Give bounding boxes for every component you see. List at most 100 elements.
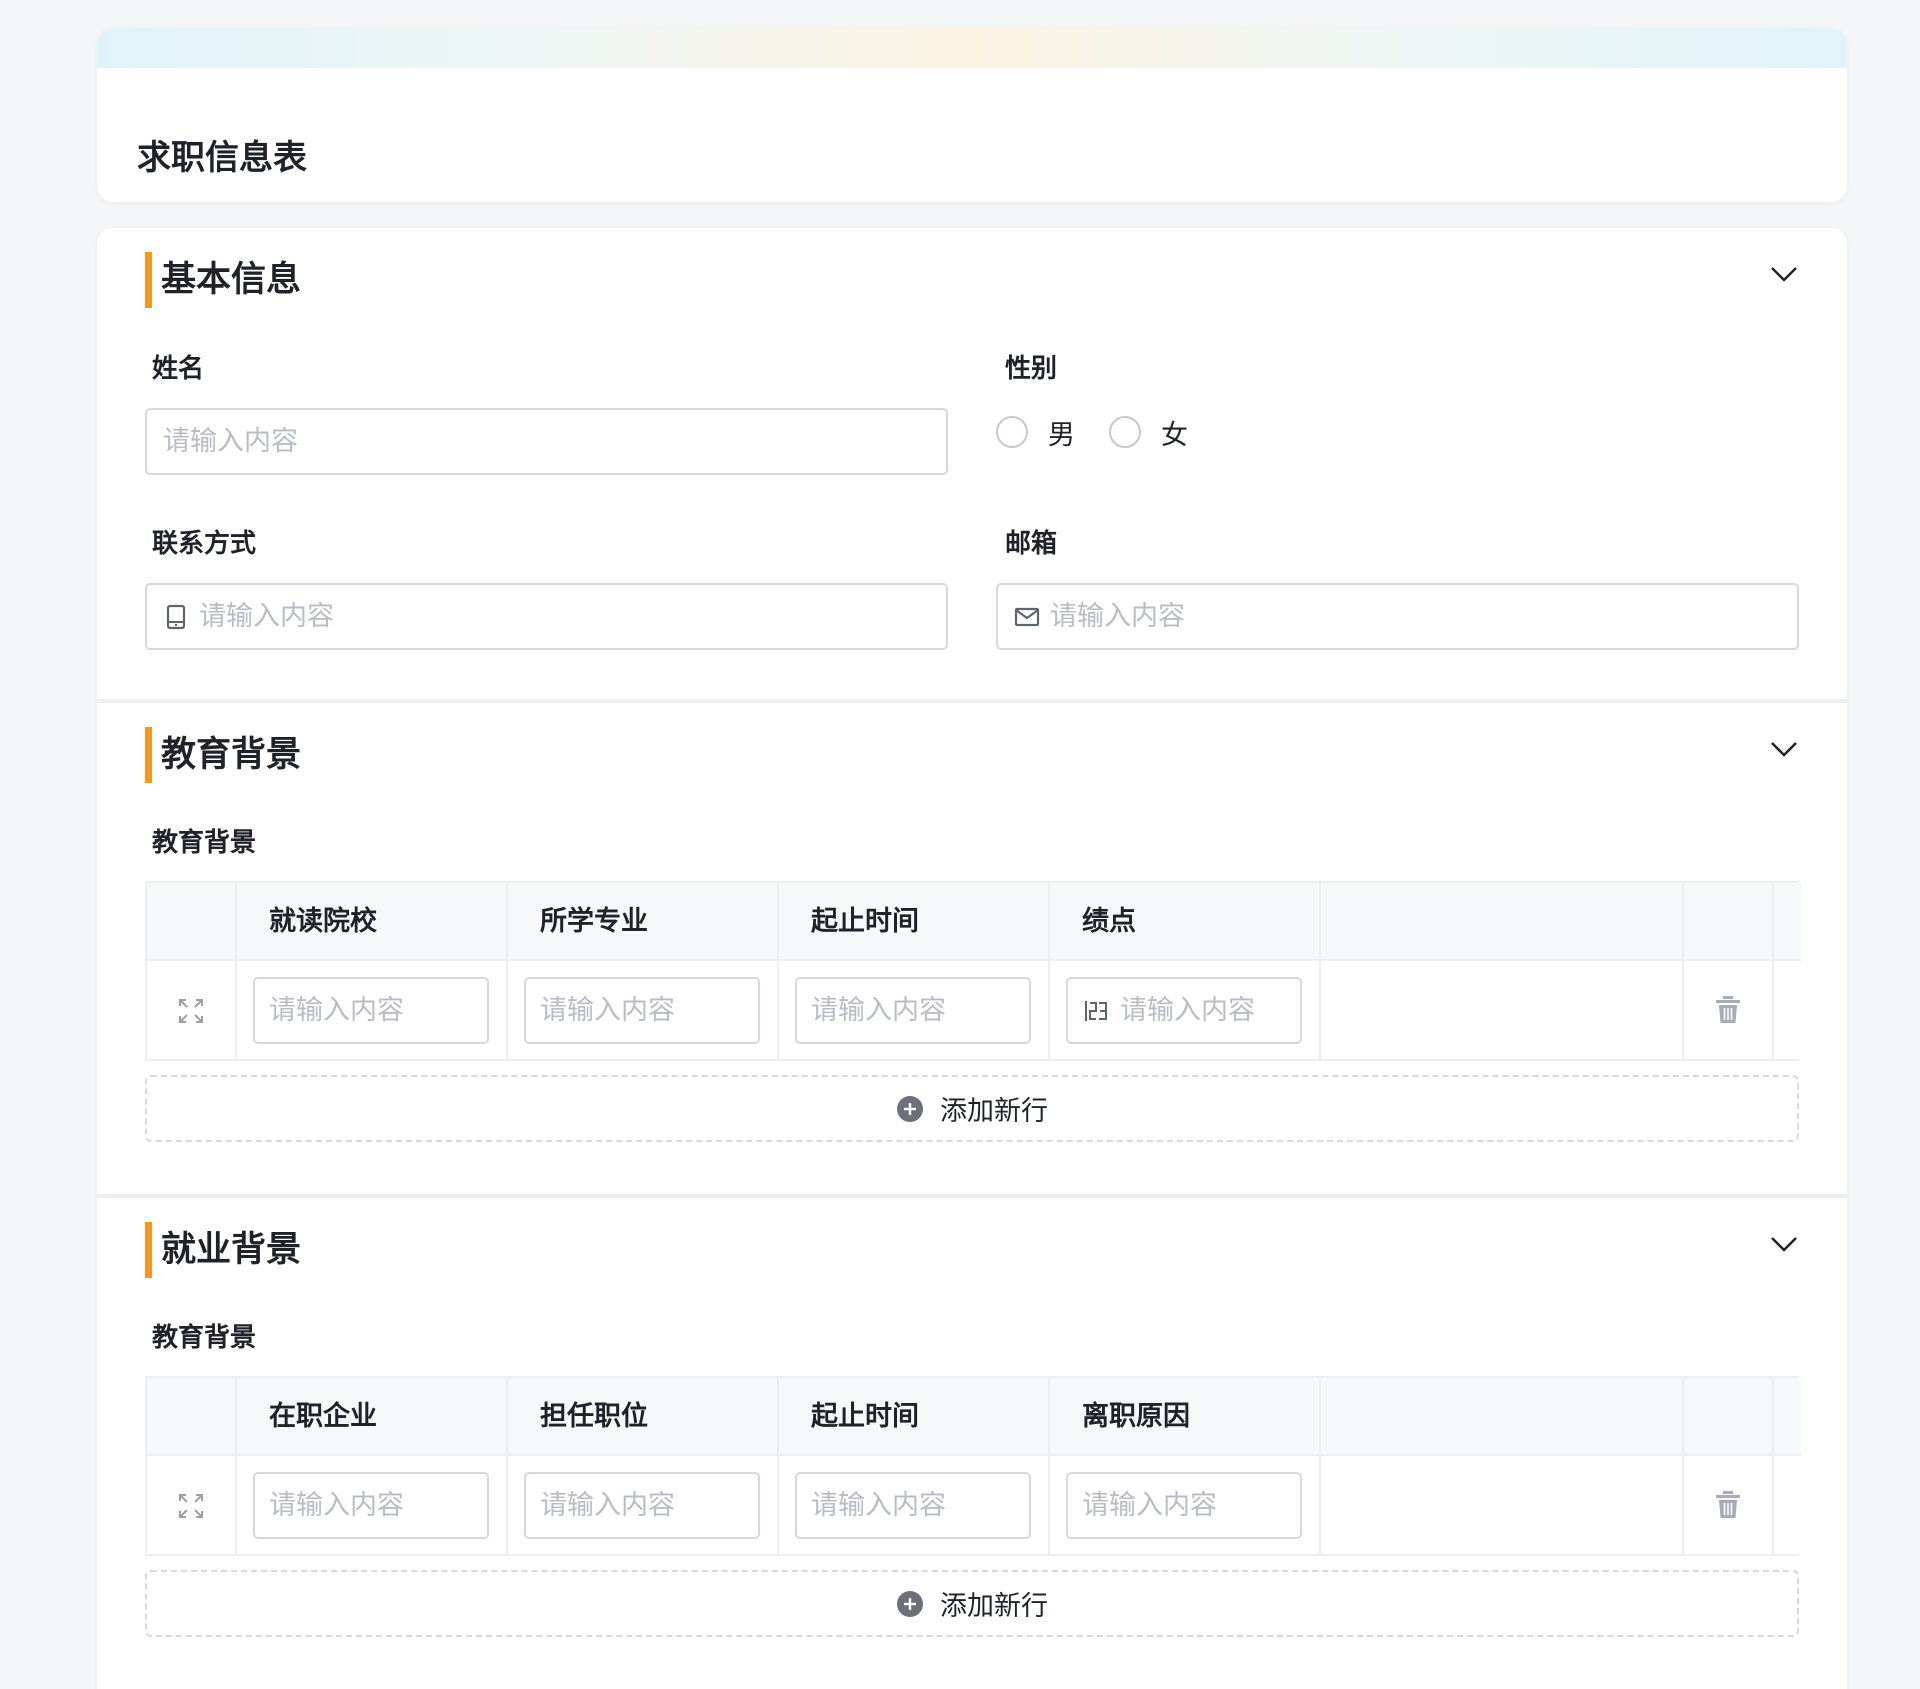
gender-label: 性别	[1005, 354, 1058, 384]
period-input[interactable]	[811, 1490, 1015, 1521]
name-field[interactable]	[145, 408, 948, 475]
company-field[interactable]	[253, 1472, 489, 1539]
gender-option-female[interactable]: 女	[1109, 413, 1188, 452]
column-header: 在职企业	[269, 1401, 377, 1432]
school-field[interactable]	[253, 977, 489, 1044]
chevron-down-icon[interactable]	[1769, 739, 1799, 759]
column-header: 离职原因	[1082, 1401, 1190, 1432]
section-basic-info: 基本信息 姓名 性别 男 女 联系方式	[97, 228, 1847, 699]
radio-circle[interactable]	[1109, 416, 1141, 448]
major-input[interactable]	[540, 995, 744, 1026]
leave-reason-input[interactable]	[1082, 1490, 1286, 1521]
major-field[interactable]	[524, 977, 760, 1044]
chevron-down-icon[interactable]	[1769, 264, 1799, 284]
form-header-card: 求职信息表	[97, 28, 1847, 202]
table-cell	[508, 961, 779, 1059]
company-input[interactable]	[269, 1490, 473, 1521]
header-cell-actions	[1684, 1378, 1774, 1454]
table-row	[147, 1456, 1801, 1554]
position-input[interactable]	[540, 1490, 744, 1521]
name-label: 姓名	[152, 354, 205, 384]
section-title: 教育背景	[161, 735, 302, 775]
period-field[interactable]	[795, 1472, 1031, 1539]
section-education: 教育背景 教育背景 就读院校 所学专业 起止时间 绩点 请输入内容 请输入内容 …	[97, 699, 1847, 1194]
plus-circle-icon	[897, 1095, 923, 1122]
row-actions-cell	[1684, 961, 1774, 1059]
column-header: 担任职位	[540, 1401, 648, 1432]
position-field[interactable]	[524, 1472, 760, 1539]
section-title: 就业背景	[161, 1230, 302, 1270]
gender-option-male[interactable]: 男	[996, 413, 1075, 452]
expand-icon[interactable]	[177, 1492, 205, 1520]
header-cell: 离职原因	[1050, 1378, 1321, 1454]
leave-reason-field[interactable]	[1066, 1472, 1302, 1539]
column-header: 就读院校	[269, 906, 377, 937]
add-row-label: 添加新行	[940, 1096, 1048, 1127]
employment-table: 在职企业 担任职位 起止时间 离职原因	[145, 1376, 1801, 1556]
column-header: 起止时间	[811, 1401, 919, 1432]
row-handle-cell	[147, 961, 237, 1059]
chevron-down-icon[interactable]	[1769, 1234, 1799, 1254]
header-cell: 起止时间	[779, 883, 1050, 959]
column-header: 起止时间	[811, 906, 919, 937]
table-cell	[508, 1456, 779, 1554]
contact-input[interactable]	[199, 601, 930, 632]
table-cell	[237, 961, 508, 1059]
name-input[interactable]	[163, 426, 930, 457]
radio-label: 女	[1161, 419, 1188, 451]
radio-label: 男	[1048, 419, 1075, 451]
table-cell	[237, 1456, 508, 1554]
header-cell-handle	[147, 1378, 237, 1454]
header-cell: 担任职位	[508, 1378, 779, 1454]
email-label: 邮箱	[1005, 529, 1058, 559]
table-row	[147, 961, 1801, 1059]
expand-icon[interactable]	[177, 997, 205, 1025]
trash-icon[interactable]	[1714, 995, 1742, 1025]
header-cell-empty	[1321, 1378, 1684, 1454]
gpa-input[interactable]	[1120, 995, 1286, 1026]
employment-table-label: 教育背景	[152, 1323, 257, 1353]
table-header-row: 在职企业 担任职位 起止时间 离职原因	[147, 1378, 1801, 1456]
add-row-button[interactable]: 添加新行	[145, 1570, 1799, 1637]
header-cell: 起止时间	[779, 1378, 1050, 1454]
email-input[interactable]	[1050, 601, 1781, 632]
row-handle-cell	[147, 1456, 237, 1554]
section-accent-bar	[145, 1222, 152, 1278]
table-cell-empty	[1321, 1456, 1684, 1554]
education-table-label: 教育背景	[152, 828, 257, 858]
envelope-icon	[1014, 607, 1040, 626]
table-cell	[779, 961, 1050, 1059]
table-cell	[1050, 1456, 1321, 1554]
header-cell-actions	[1684, 883, 1774, 959]
contact-label: 联系方式	[152, 529, 257, 559]
table-cell-empty	[1321, 961, 1684, 1059]
radio-circle[interactable]	[996, 416, 1028, 448]
gender-radio-group: 男 女	[996, 412, 1222, 452]
header-cell-empty	[1321, 883, 1684, 959]
section-employment: 就业背景 教育背景 在职企业 担任职位 起止时间 离职原因 请输入内容 请输入内…	[97, 1194, 1847, 1689]
column-header: 所学专业	[540, 906, 648, 937]
add-row-button[interactable]: 添加新行	[145, 1075, 1799, 1142]
gpa-field[interactable]	[1066, 977, 1302, 1044]
education-table: 就读院校 所学专业 起止时间 绩点	[145, 881, 1801, 1061]
school-input[interactable]	[269, 995, 473, 1026]
table-header-row: 就读院校 所学专业 起止时间 绩点	[147, 883, 1801, 961]
email-field[interactable]	[996, 583, 1799, 650]
section-accent-bar	[145, 727, 152, 783]
mobile-phone-icon	[166, 604, 186, 629]
trash-icon[interactable]	[1714, 1490, 1742, 1520]
period-input[interactable]	[811, 995, 1015, 1026]
period-field[interactable]	[795, 977, 1031, 1044]
header-gradient-band	[97, 28, 1847, 68]
table-cell	[779, 1456, 1050, 1554]
header-cell: 所学专业	[508, 883, 779, 959]
header-cell-handle	[147, 883, 237, 959]
plus-circle-icon	[897, 1590, 923, 1617]
form-body-card: 基本信息 姓名 性别 男 女 联系方式	[97, 228, 1847, 1689]
header-cell: 就读院校	[237, 883, 508, 959]
header-cell: 在职企业	[237, 1378, 508, 1454]
row-actions-cell	[1684, 1456, 1774, 1554]
header-cell: 绩点	[1050, 883, 1321, 959]
column-header: 绩点	[1082, 906, 1136, 937]
contact-field[interactable]	[145, 583, 948, 650]
